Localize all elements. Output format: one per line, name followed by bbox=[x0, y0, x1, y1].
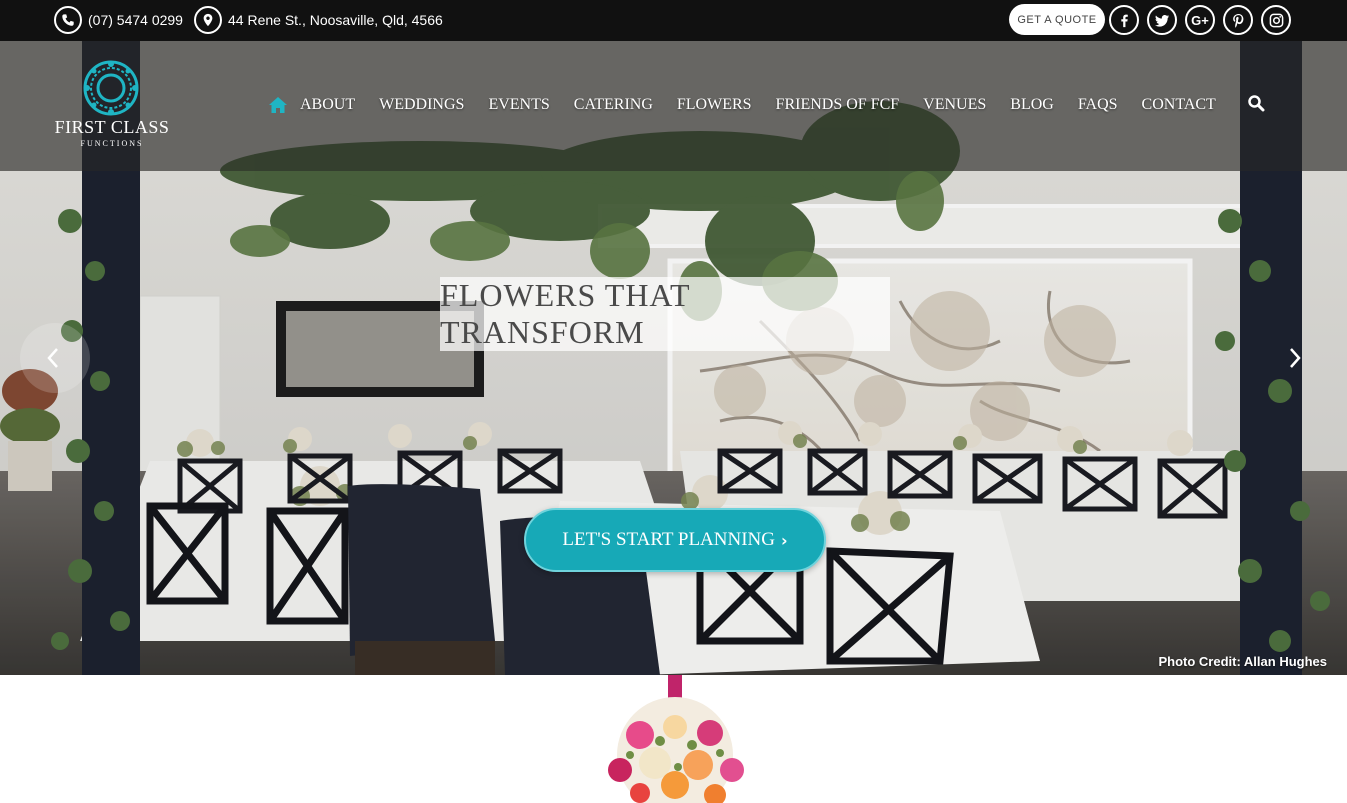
nav-contact[interactable]: CONTACT bbox=[1142, 96, 1216, 114]
phone-link[interactable]: (07) 5474 0299 bbox=[54, 5, 183, 35]
hero-slider: FIRST CLASS FUNCTIONS ABOUT WEDDINGS EVE… bbox=[0, 41, 1347, 675]
photo-credit: Photo Credit: Allan Hughes bbox=[1158, 654, 1327, 669]
site-logo[interactable]: FIRST CLASS FUNCTIONS bbox=[52, 59, 172, 159]
phone-icon bbox=[54, 6, 82, 34]
map-pin-icon bbox=[194, 6, 222, 34]
nav-events[interactable]: EVENTS bbox=[488, 96, 549, 114]
nav-flowers[interactable]: FLOWERS bbox=[677, 96, 752, 114]
chevron-left-icon bbox=[47, 348, 58, 368]
instagram-icon[interactable] bbox=[1261, 5, 1291, 35]
chevron-right-icon: › bbox=[781, 530, 788, 550]
nav-venues[interactable]: VENUES bbox=[923, 96, 986, 114]
pinterest-icon[interactable] bbox=[1223, 5, 1253, 35]
logo-name: FIRST CLASS bbox=[54, 117, 170, 137]
logo-tagline: FUNCTIONS bbox=[80, 139, 144, 148]
main-nav: ABOUT WEDDINGS EVENTS CATERING FLOWERS F… bbox=[268, 93, 1216, 117]
hero-title-box: FLOWERS THAT TRANSFORM bbox=[440, 277, 890, 351]
nav-catering[interactable]: CATERING bbox=[574, 96, 653, 114]
google-plus-icon[interactable]: G+ bbox=[1185, 5, 1215, 35]
nav-about[interactable]: ABOUT bbox=[300, 96, 355, 114]
twitter-icon[interactable] bbox=[1147, 5, 1177, 35]
start-planning-button[interactable]: LET'S START PLANNING › bbox=[524, 508, 826, 572]
top-bar: (07) 5474 0299 44 Rene St., Noosaville, … bbox=[0, 0, 1347, 41]
cta-label: LET'S START PLANNING bbox=[562, 529, 775, 550]
get-a-quote-button[interactable]: GET A QUOTE bbox=[1009, 4, 1105, 35]
nav-friends-of-fcf[interactable]: FRIENDS OF FCF bbox=[776, 96, 900, 114]
phone-number: (07) 5474 0299 bbox=[88, 12, 183, 28]
home-icon[interactable] bbox=[268, 95, 288, 115]
search-icon[interactable] bbox=[1247, 94, 1265, 112]
chevron-right-icon bbox=[1290, 348, 1301, 368]
facebook-icon[interactable] bbox=[1109, 5, 1139, 35]
bouquet-image bbox=[608, 675, 744, 803]
slider-next-button[interactable] bbox=[1260, 323, 1330, 393]
address-text: 44 Rene St., Noosaville, Qld, 4566 bbox=[228, 12, 443, 28]
nav-faqs[interactable]: FAQS bbox=[1078, 96, 1118, 114]
nav-blog[interactable]: BLOG bbox=[1010, 96, 1054, 114]
hero-title: FLOWERS THAT TRANSFORM bbox=[440, 277, 690, 350]
logo-emblem-icon bbox=[83, 60, 139, 116]
address-link[interactable]: 44 Rene St., Noosaville, Qld, 4566 bbox=[194, 5, 443, 35]
nav-weddings[interactable]: WEDDINGS bbox=[379, 96, 464, 114]
slider-prev-button[interactable] bbox=[20, 323, 90, 393]
